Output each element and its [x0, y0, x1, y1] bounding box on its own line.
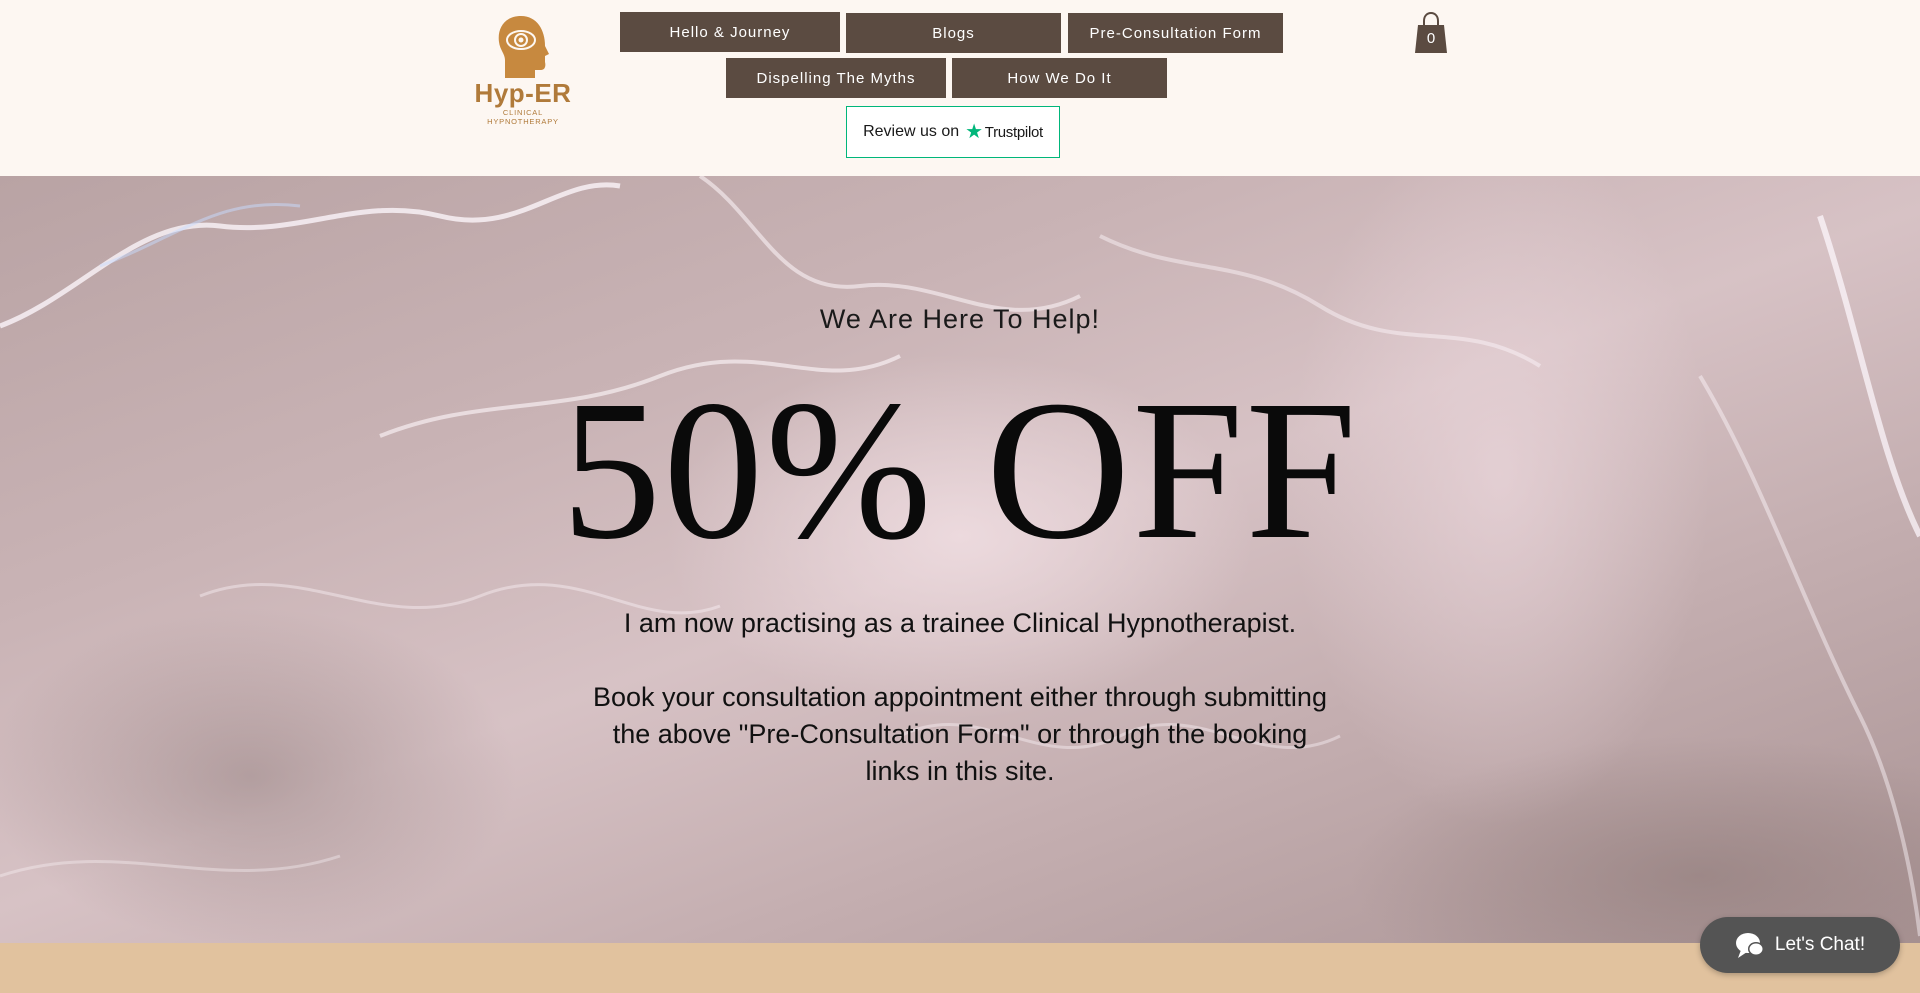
cart-button[interactable]: 0: [1414, 11, 1448, 54]
trustpilot-brand-label: Trustpilot: [984, 123, 1043, 141]
logo-tagline: CLINICAL HYPNOTHERAPY: [487, 108, 559, 126]
hero-subtitle: We Are Here To Help!: [819, 304, 1101, 334]
nav-hello-journey[interactable]: Hello & Journey: [620, 12, 840, 52]
hero-trainee-text: I am now practising as a trainee Clinica…: [623, 608, 1297, 638]
nav-blogs[interactable]: Blogs: [846, 13, 1061, 53]
hero-title: 50% OFF: [561, 360, 1359, 581]
site-header: Hyp-ER CLINICAL HYPNOTHERAPY Hello & Jou…: [0, 0, 1920, 176]
trustpilot-star-icon: ★: [965, 121, 983, 143]
nav-how-we-do-it[interactable]: How We Do It: [952, 58, 1167, 98]
logo-brand: Hyp-ER: [474, 78, 572, 108]
trustpilot-review-button[interactable]: Review us on ★ Trustpilot: [846, 106, 1060, 158]
lets-chat-button[interactable]: Let's Chat!: [1700, 917, 1900, 973]
chat-label: Let's Chat!: [1774, 934, 1866, 955]
cart-count: 0: [1426, 30, 1436, 47]
hero-section: We Are Here To Help! 50% OFF I am now pr…: [0, 176, 1920, 943]
trustpilot-brand: ★ Trustpilot: [965, 122, 1043, 142]
site-logo[interactable]: Hyp-ER CLINICAL HYPNOTHERAPY: [468, 12, 578, 126]
trustpilot-text: Review us on: [863, 123, 960, 140]
head-eye-logo-icon: [498, 16, 549, 78]
nav-dispelling-the-myths[interactable]: Dispelling The Myths: [726, 58, 946, 98]
hero-booking-text: Book your consultation appointment eithe…: [593, 682, 1327, 786]
chat-bubble-icon: [1735, 933, 1764, 958]
nav-pre-consultation-form[interactable]: Pre-Consultation Form: [1068, 13, 1283, 53]
footer-strip: [0, 943, 1920, 993]
